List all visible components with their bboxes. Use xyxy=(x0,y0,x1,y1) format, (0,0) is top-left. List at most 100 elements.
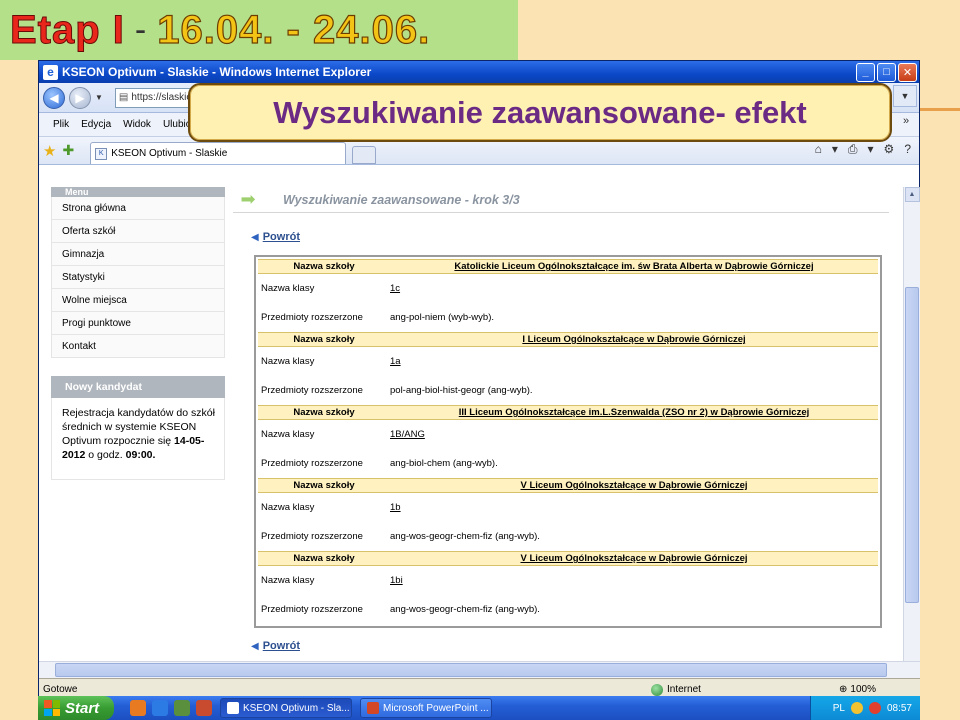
tab-title: KSEON Optivum - Slaskie xyxy=(111,148,228,159)
back-link-bottom[interactable]: ◀ Powrót xyxy=(251,640,889,652)
status-text: Gotowe xyxy=(43,684,78,695)
scroll-up-icon[interactable]: ▲ xyxy=(904,187,920,202)
windows-logo-icon xyxy=(44,700,60,716)
callout-banner: Wyszukiwanie zaawansowane- efekt xyxy=(188,83,892,142)
add-favorite-icon[interactable]: ✚ xyxy=(62,142,74,159)
close-button[interactable]: ✕ xyxy=(898,62,917,82)
class-name-link[interactable]: 1c xyxy=(390,283,878,294)
school-name-link[interactable]: III Liceum Ogólnokształcące im.L.Szenwal… xyxy=(390,407,878,418)
task-powerpoint[interactable]: Microsoft PowerPoint ... xyxy=(360,698,492,718)
class-name-link[interactable]: 1B/ANG xyxy=(390,429,878,440)
result-class-row: Nazwa klasy 1b xyxy=(258,493,878,522)
new-tab-button[interactable] xyxy=(352,146,377,164)
tab-favicon-icon: K xyxy=(95,147,108,160)
language-indicator[interactable]: PL xyxy=(833,703,845,714)
task-ie-icon xyxy=(227,702,239,714)
new-candidate-info: Rejestracja kandydatów do szkół średnich… xyxy=(51,398,225,480)
app-icon[interactable] xyxy=(196,700,212,716)
zoom-control[interactable]: ⊕ 100% xyxy=(839,684,876,695)
back-link-top[interactable]: ◀ Powrót xyxy=(251,231,889,243)
feeds-icon[interactable]: ▾ xyxy=(832,142,838,157)
sidebar-item-contact[interactable]: Kontakt xyxy=(51,335,225,358)
slide-title: Etap I - 16.04. - 24.06. xyxy=(0,0,518,60)
desktop-icon[interactable] xyxy=(174,700,190,716)
result-subjects-row: Przedmioty rozszerzone ang-wos-geogr-chem… xyxy=(258,522,878,551)
page-menu-icon[interactable]: ▾ xyxy=(868,142,874,157)
page-content: Menu Strona główna Oferta szkół Gimnazja… xyxy=(39,187,905,661)
school-name-link[interactable]: I Liceum Ogólnokształcące w Dąbrowie Gór… xyxy=(390,334,878,345)
result-class-row: Nazwa klasy 1B/ANG xyxy=(258,420,878,449)
task-ie-label: KSEON Optivum - Sla... xyxy=(243,702,350,714)
result-block: Nazwa szkoły V Liceum Ogólnokształcące w … xyxy=(258,551,878,624)
school-label: Nazwa szkoły xyxy=(293,407,355,418)
quick-launch xyxy=(130,700,212,716)
zoom-level: 100% xyxy=(850,684,876,695)
step-header: ➡ Wyszukiwanie zaawansowane - krok 3/3 xyxy=(233,187,889,213)
menu-edit[interactable]: Edycja xyxy=(81,119,111,130)
print-icon[interactable]: ⎙ xyxy=(848,142,858,157)
tab-active[interactable]: K KSEON Optivum - Slaskie xyxy=(90,142,347,164)
task-ie[interactable]: KSEON Optivum - Sla... xyxy=(220,698,352,718)
menu-file[interactable]: Plik xyxy=(53,119,69,130)
back-link-label: Powrót xyxy=(262,640,300,652)
class-name-link[interactable]: 1bi xyxy=(390,575,878,586)
sidebar-item-gimnazja[interactable]: Gimnazja xyxy=(51,243,225,266)
firefox-icon[interactable] xyxy=(130,700,146,716)
result-block: Nazwa szkoły Katolickie Liceum Ogólnokszt… xyxy=(258,259,878,332)
subjects-value: ang-wos-geogr-chem-fiz (ang-wyb). xyxy=(390,604,540,615)
main-area: ➡ Wyszukiwanie zaawansowane - krok 3/3 ◀… xyxy=(233,187,889,652)
help-icon[interactable]: ? xyxy=(904,142,911,157)
class-name-link[interactable]: 1b xyxy=(390,502,878,513)
sidebar-item-statistics[interactable]: Statystyki xyxy=(51,266,225,289)
horizontal-scrollbar[interactable] xyxy=(39,661,920,678)
sidebar-item-thresholds[interactable]: Progi punktowe xyxy=(51,312,225,335)
start-button[interactable]: Start xyxy=(38,696,114,720)
school-name-link[interactable]: V Liceum Ogólnokształcące w Dąbrowie Gór… xyxy=(390,480,878,491)
step-title: Wyszukiwanie zaawansowane - krok 3/3 xyxy=(283,192,520,207)
minimize-button[interactable]: _ xyxy=(856,62,875,82)
slide-title-dash: - xyxy=(134,10,148,49)
new-candidate-time: 09:00. xyxy=(125,449,156,461)
slide-title-dates: 16.04. - 24.06. xyxy=(157,7,431,52)
results-table: Nazwa szkoły Katolickie Liceum Ogólnokszt… xyxy=(254,255,882,628)
result-class-row: Nazwa klasy 1bi xyxy=(258,566,878,595)
tray-antivirus-icon[interactable] xyxy=(868,702,881,714)
browser-window: e KSEON Optivum - Slaskie - Windows Inte… xyxy=(38,60,920,720)
vertical-scrollbar[interactable]: ▲ xyxy=(903,187,920,661)
forward-nav-button[interactable]: ▶ xyxy=(69,86,91,109)
sidebar-item-free-places[interactable]: Wolne miejsca xyxy=(51,289,225,312)
school-name-link[interactable]: V Liceum Ogólnokształcące w Dąbrowie Gór… xyxy=(390,553,878,564)
security-zone: Internet xyxy=(651,683,701,696)
sidebar-item-home[interactable]: Strona główna xyxy=(51,197,225,220)
result-school-row: Nazwa szkoły III Liceum Ogólnokształcące … xyxy=(258,405,878,420)
back-arrow-icon: ◀ xyxy=(251,640,259,652)
menu-view[interactable]: Widok xyxy=(123,119,151,130)
home-icon[interactable]: ⌂ xyxy=(815,142,822,157)
menu-overflow-icon[interactable]: » xyxy=(903,115,909,127)
sidebar-item-offer[interactable]: Oferta szkół xyxy=(51,220,225,243)
globe-icon xyxy=(651,683,663,696)
back-nav-button[interactable]: ◀ xyxy=(43,86,65,109)
hscroll-thumb[interactable] xyxy=(55,663,887,677)
subjects-value: pol-ang-biol-hist-geogr (ang-wyb). xyxy=(390,385,533,396)
class-name-link[interactable]: 1a xyxy=(390,356,878,367)
window-titlebar[interactable]: e KSEON Optivum - Slaskie - Windows Inte… xyxy=(39,61,919,83)
result-subjects-row: Przedmioty rozszerzone ang-pol-niem (wyb-… xyxy=(258,303,878,332)
maximize-button[interactable]: □ xyxy=(877,62,896,82)
subjects-value: ang-wos-geogr-chem-fiz (ang-wyb). xyxy=(390,531,540,542)
result-school-row: Nazwa szkoły Katolickie Liceum Ogólnokszt… xyxy=(258,259,878,274)
history-dropdown-icon[interactable]: ▼ xyxy=(95,93,103,102)
school-name-link[interactable]: Katolickie Liceum Ogólnokształcące im. ś… xyxy=(390,261,878,272)
class-label: Nazwa klasy xyxy=(261,429,315,440)
favorites-star-icon[interactable]: ★ xyxy=(43,142,56,160)
result-block: Nazwa szkoły V Liceum Ogólnokształcące w … xyxy=(258,478,878,551)
ie-icon[interactable] xyxy=(152,700,168,716)
result-school-row: Nazwa szkoły I Liceum Ogólnokształcące w … xyxy=(258,332,878,347)
ie-app-icon: e xyxy=(43,64,58,80)
address-dropdown-button[interactable]: ▼ xyxy=(893,85,917,107)
tools-gear-icon[interactable]: ⚙ xyxy=(884,142,895,157)
scroll-thumb[interactable] xyxy=(905,287,919,603)
step-arrow-icon: ➡ xyxy=(240,189,256,209)
tray-app-icon[interactable] xyxy=(850,702,863,714)
subjects-label: Przedmioty rozszerzone xyxy=(261,604,363,615)
